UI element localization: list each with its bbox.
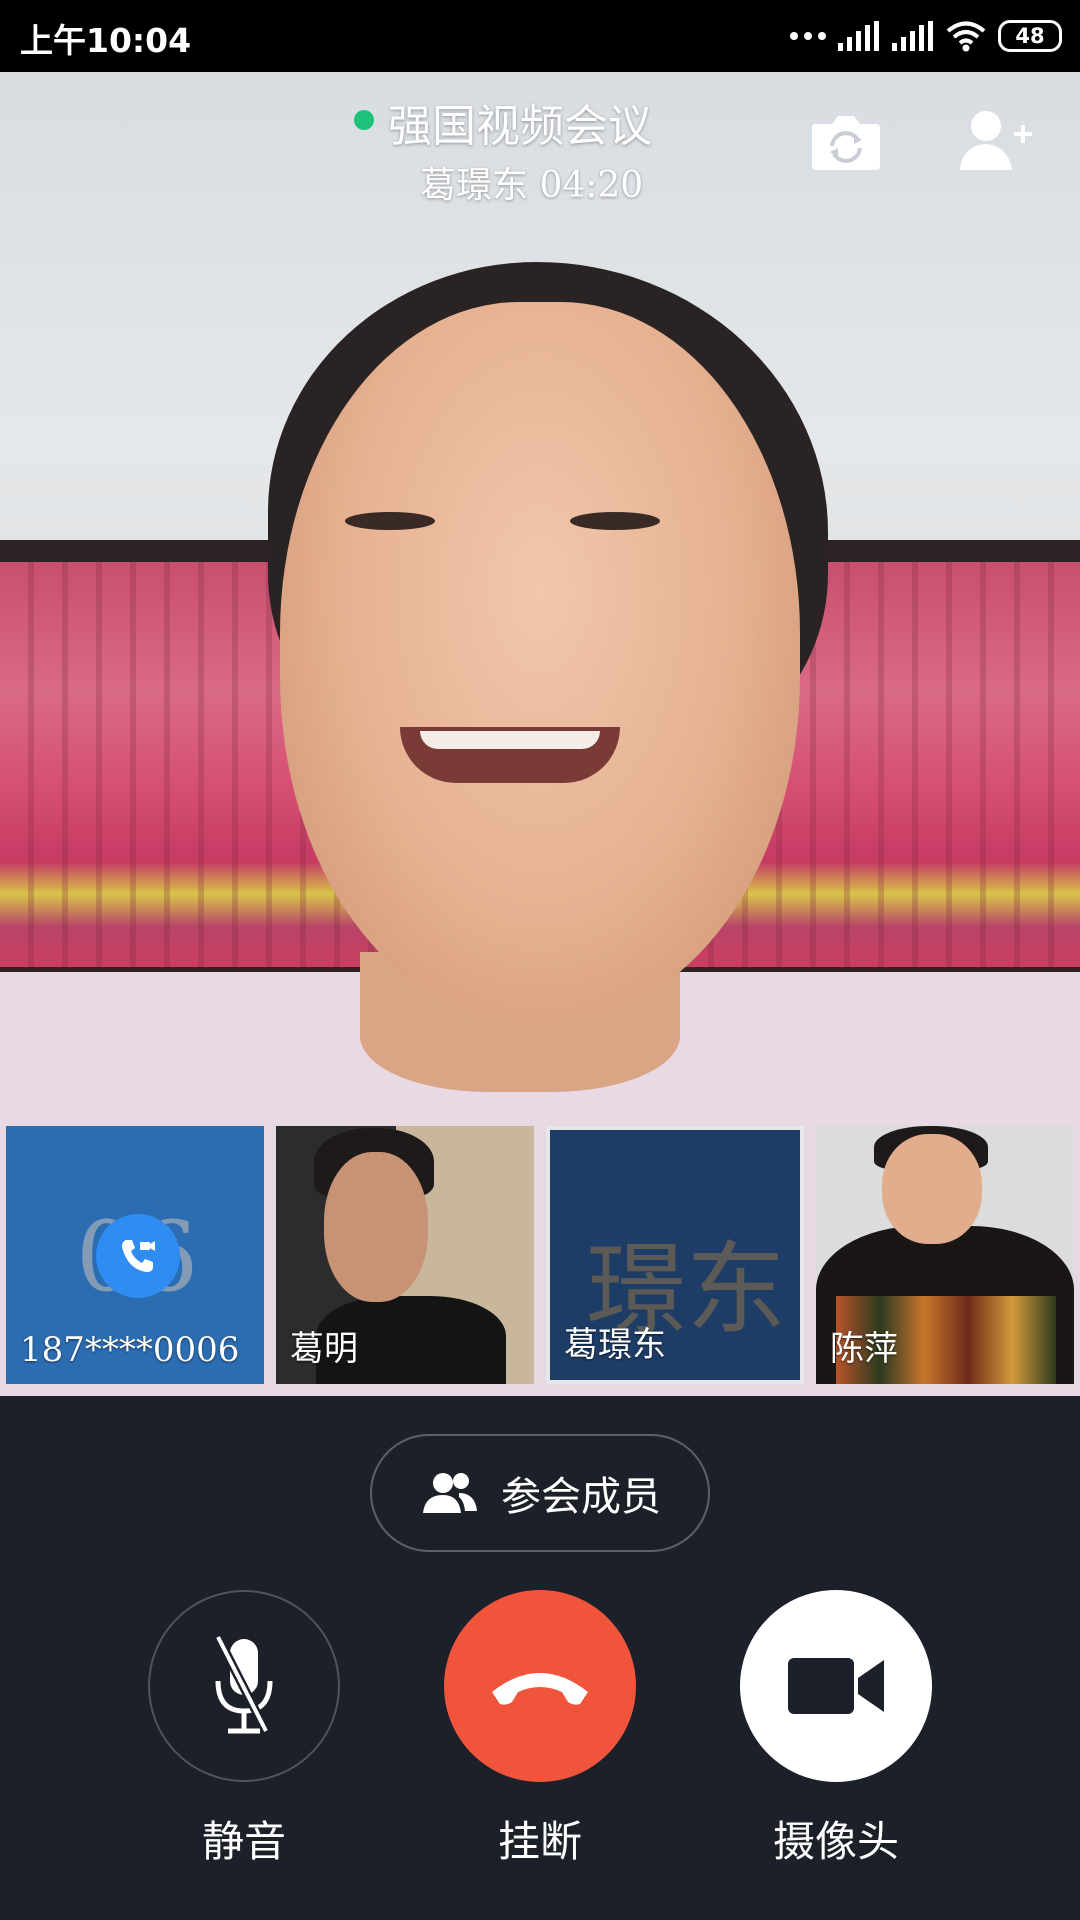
status-bar: 上午10:04 48 (0, 0, 1080, 72)
signal-icon (838, 21, 879, 51)
battery-icon: 48 (998, 20, 1062, 52)
participant-name: 葛璟东 (564, 1325, 666, 1365)
camera-toggle-button[interactable] (740, 1590, 932, 1782)
portrait-face (882, 1134, 982, 1244)
live-status-dot (354, 110, 374, 130)
participant-tile[interactable]: 06 187****0006 (6, 1126, 264, 1384)
participants-button-label: 参会成员 (501, 1474, 661, 1520)
participant-tile-active[interactable]: 璟东 葛璟东 (546, 1126, 804, 1384)
camera-label: 摄像头 (772, 1817, 899, 1866)
status-time: 上午10:04 (20, 21, 192, 60)
video-call-icon (96, 1214, 180, 1298)
mute-button[interactable] (148, 1590, 340, 1782)
participant-tile[interactable]: 葛明 (276, 1126, 534, 1384)
add-participant-button[interactable] (958, 108, 1032, 172)
hang-up-button[interactable] (444, 1590, 636, 1782)
participants-button[interactable]: 参会成员 (370, 1434, 710, 1552)
participant-name: 187****0006 (20, 1330, 240, 1370)
add-person-icon (960, 111, 1032, 170)
mouth (400, 727, 620, 783)
signal-icon (892, 21, 933, 51)
wifi-icon (946, 21, 986, 52)
mute-label: 静音 (201, 1817, 286, 1866)
participant-tile[interactable]: 陈萍 (816, 1126, 1074, 1384)
video-camera-icon (788, 1658, 884, 1714)
flip-camera-button[interactable] (810, 110, 882, 174)
meeting-speaker-duration: 葛璟东 04:20 (420, 165, 644, 206)
eye (570, 512, 660, 530)
more-dots-icon (790, 32, 826, 40)
battery-level: 48 (1015, 24, 1045, 48)
portrait-face (324, 1152, 428, 1302)
speaker-face (280, 302, 800, 1022)
participant-name: 陈萍 (830, 1329, 898, 1369)
flip-camera-icon (812, 116, 880, 170)
meeting-title: 强国视频会议 (388, 101, 652, 152)
participant-name: 葛明 (290, 1329, 358, 1369)
hang-up-label: 挂断 (497, 1817, 582, 1866)
mic-off-icon (213, 1634, 273, 1734)
status-icons: 48 (790, 14, 1062, 58)
eye (345, 512, 435, 530)
group-icon (423, 1473, 477, 1513)
hang-up-icon (492, 1673, 588, 1705)
